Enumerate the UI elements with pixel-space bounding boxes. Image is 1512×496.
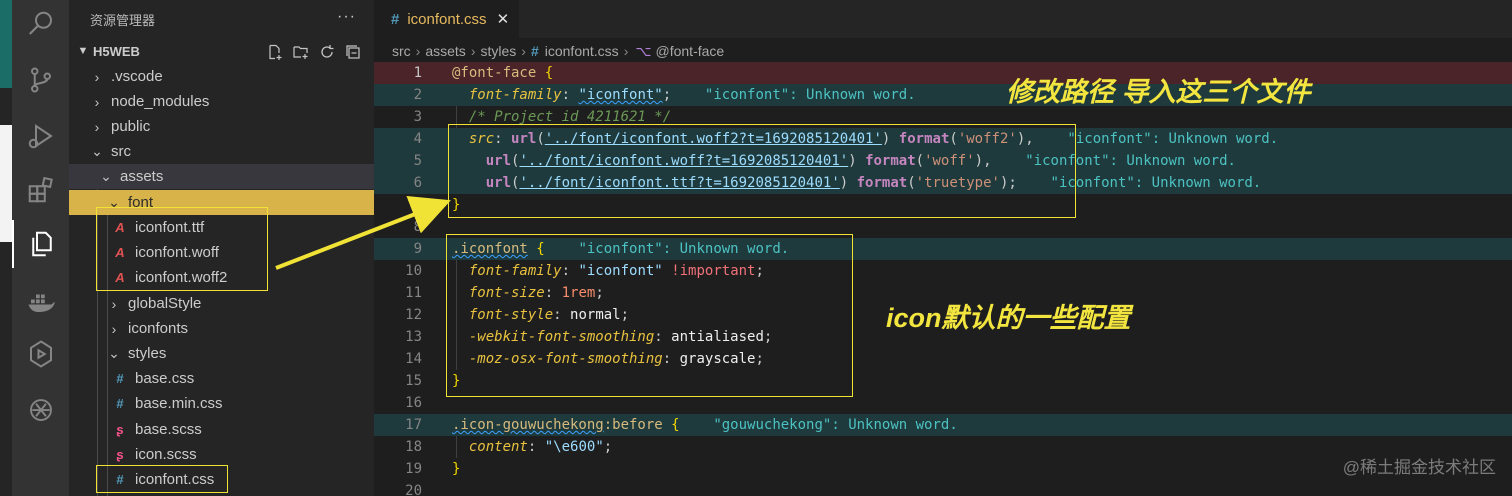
tree-item-icon-scss[interactable]: ʂ icon.scss [69, 442, 374, 467]
new-folder-icon[interactable] [292, 43, 310, 61]
chevron-down-icon: ⌄ [100, 168, 112, 184]
chevron-right-icon: › [623, 43, 629, 59]
code-line: 19 } [405, 461, 461, 477]
code-line: 18 content: "\e600"; [405, 439, 613, 455]
css-file-icon: # [391, 10, 400, 28]
breadcrumb-styles[interactable]: styles [480, 43, 516, 59]
more-actions-icon[interactable]: ··· [337, 8, 356, 26]
refresh-icon[interactable] [318, 43, 336, 61]
scss-file-icon: ʂ [116, 422, 124, 437]
chevron-right-icon: › [94, 93, 100, 110]
breadcrumb-symbol[interactable]: @font-face [656, 43, 725, 59]
chevron-right-icon: › [470, 43, 476, 59]
breadcrumb-src[interactable]: src [392, 43, 411, 59]
watermark: @稀土掘金技术社区 [1342, 458, 1496, 477]
chevron-down-icon: ⌄ [91, 143, 103, 159]
tree-item-iconfonts[interactable]: › iconfonts [69, 316, 374, 341]
symbol-icon: ⌥ [635, 42, 652, 59]
collapse-all-icon[interactable] [344, 43, 362, 61]
chevron-down-icon: ▼ [77, 45, 89, 57]
chevron-right-icon: › [94, 118, 100, 135]
tree-item-public[interactable]: › public [69, 114, 374, 139]
explorer-icon[interactable] [12, 220, 69, 268]
source-control-icon[interactable] [12, 56, 69, 104]
css-file-icon: # [116, 371, 124, 386]
docker-icon[interactable] [12, 278, 69, 326]
code-line: 2 font-family: "iconfont"; "iconfont": U… [374, 84, 1512, 106]
tree-item-base-css[interactable]: # base.css [69, 366, 374, 391]
annotation-icon-note: icon默认的一些配置 [886, 303, 1131, 333]
project-name: H5WEB [93, 43, 140, 59]
annotation-box-src [448, 124, 1076, 218]
tree-item-base-scss[interactable]: ʂ base.scss [69, 417, 374, 442]
tree-item-styles[interactable]: ⌄ styles [69, 341, 374, 366]
tree-item-src[interactable]: ⌄ src [69, 139, 374, 164]
close-icon[interactable]: ✕ [497, 10, 510, 28]
background-window-white [0, 125, 12, 242]
chatgpt-icon[interactable] [12, 386, 69, 434]
activity-bar [12, 0, 69, 496]
new-file-icon[interactable] [266, 43, 284, 61]
chevron-right-icon: › [111, 320, 117, 337]
code-line: 20 [405, 483, 422, 496]
explorer-header: 资源管理器 ··· [69, 0, 374, 38]
annotation-box-iconfont-class [446, 234, 853, 397]
tree-item-assets[interactable]: ⌄ assets [69, 164, 374, 189]
breadcrumb-assets[interactable]: assets [425, 43, 465, 59]
breadcrumb: src › assets › styles › # iconfont.css › ⌥ @fo… [374, 38, 1512, 64]
tab-iconfont-css[interactable]: # iconfont.css ✕ [374, 0, 519, 38]
chevron-right-icon: › [415, 43, 421, 59]
explorer-toolbar [266, 43, 362, 61]
remote-explorer-icon[interactable] [12, 330, 69, 378]
tree-item-globalstyle[interactable]: › globalStyle [69, 291, 374, 316]
chevron-right-icon: › [521, 43, 526, 59]
tab-bar: # iconfont.css ✕ [374, 0, 1512, 38]
breadcrumb-file[interactable]: iconfont.css [545, 43, 619, 59]
run-debug-icon[interactable] [12, 112, 69, 160]
background-window-teal [0, 0, 12, 88]
tree-item-vscode[interactable]: › .vscode [69, 64, 374, 89]
scss-file-icon: ʂ [116, 447, 124, 462]
annotation-path-note: 修改路径 导入这三个文件 [1006, 77, 1311, 107]
css-file-icon: # [530, 43, 539, 59]
search-icon[interactable] [12, 0, 69, 48]
annotation-box-font-files [96, 207, 268, 291]
extensions-icon[interactable] [12, 166, 69, 214]
code-line: 1 @font-face { [413, 65, 554, 81]
tree-item-node-modules[interactable]: › node_modules [69, 89, 374, 114]
chevron-down-icon: ⌄ [108, 345, 120, 361]
background-window-strip [0, 0, 12, 496]
tree-item-base-min-css[interactable]: # base.min.css [69, 391, 374, 416]
annotation-box-iconfont-css [96, 465, 228, 493]
code-line: 17 .icon-gouwuchekong:before { "gouwuche… [374, 414, 1512, 436]
chevron-right-icon: › [94, 68, 100, 85]
css-file-icon: # [116, 396, 124, 411]
chevron-right-icon: › [111, 295, 117, 312]
explorer-title: 资源管理器 [90, 12, 156, 28]
